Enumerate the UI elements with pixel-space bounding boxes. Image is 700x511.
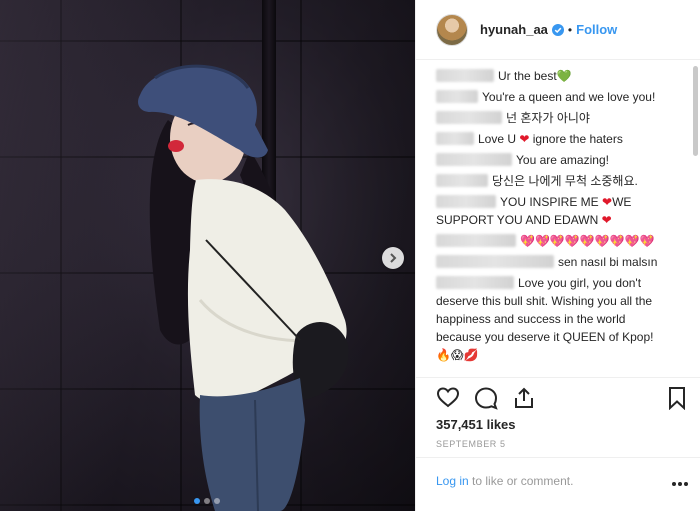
redacted-username[interactable] — [436, 111, 502, 124]
comment-item: 💖💖💖💖💖💖💖💖💖 — [436, 232, 671, 250]
comment-text: You're a queen and we love you! — [482, 90, 656, 104]
comment-footer: Log in to like or comment. — [416, 457, 700, 511]
comment-item: You're a queen and we love you! — [436, 88, 671, 106]
person-illustration — [138, 64, 349, 511]
comment-text: Ur the best — [498, 69, 557, 83]
login-link[interactable]: Log in — [436, 474, 469, 488]
follow-button[interactable]: Follow — [576, 22, 617, 37]
comment-bubble-icon[interactable] — [474, 386, 498, 410]
more-options-icon[interactable] — [671, 481, 689, 487]
comment-text: YOU INSPIRE ME — [500, 195, 603, 209]
comment-list[interactable]: Ur the best💚 You're a queen and we love y… — [416, 61, 700, 377]
redacted-username[interactable] — [436, 69, 494, 82]
carousel-dot — [194, 498, 200, 504]
comments-scrollbar[interactable] — [692, 66, 698, 370]
comment-text: sen nasıl bi malsın — [558, 255, 658, 269]
comment-item: Love U ❤ ignore the haters — [436, 130, 671, 148]
comment-item: 넌 혼자가 아니야 — [436, 109, 671, 127]
redacted-username[interactable] — [436, 234, 516, 247]
emoji-icon: ❤ — [602, 195, 613, 209]
redacted-username[interactable] — [436, 174, 488, 187]
action-bar — [416, 377, 700, 419]
avatar[interactable] — [436, 13, 468, 46]
comment-item: Ur the best💚 — [436, 67, 671, 85]
redacted-username[interactable] — [436, 132, 474, 145]
redacted-username[interactable] — [436, 90, 478, 103]
comment-item: 당신은 나에게 무척 소중해요. — [436, 172, 671, 190]
carousel-next-button[interactable] — [382, 247, 404, 269]
comment-text: ignore the haters — [529, 132, 623, 146]
comment-text: Love U — [478, 132, 520, 146]
post-photo[interactable] — [0, 0, 415, 511]
like-count[interactable]: 357,451 likes — [436, 417, 516, 432]
comment-text: You are amazing! — [516, 153, 609, 167]
post-side-panel: hyunah_aa • Follow Ur the best💚 You're a … — [415, 0, 700, 511]
login-prompt: Log in to like or comment. — [436, 474, 573, 488]
redacted-username[interactable] — [436, 195, 496, 208]
emoji-icon: 🔥😱💋 — [436, 348, 479, 362]
post-date[interactable]: SEPTEMBER 5 — [436, 439, 506, 449]
emoji-icon: ❤ — [601, 213, 612, 227]
comment-item: YOU INSPIRE ME ❤WE SUPPORT YOU AND EDAWN… — [436, 193, 671, 229]
emoji-icon: 💖💖💖💖💖💖💖💖💖 — [520, 234, 655, 248]
comment-item: sen nasıl bi malsın — [436, 253, 671, 271]
heart-outline-icon[interactable] — [436, 386, 460, 410]
comment-text: 넌 혼자가 아니야 — [506, 111, 590, 125]
comment-item: You are amazing! — [436, 151, 671, 169]
redacted-username[interactable] — [436, 276, 514, 289]
post-header: hyunah_aa • Follow — [416, 0, 700, 60]
bookmark-icon[interactable] — [665, 386, 689, 410]
verified-badge-icon — [551, 23, 564, 36]
redacted-username[interactable] — [436, 153, 512, 166]
scrollbar-thumb[interactable] — [693, 66, 698, 156]
emoji-icon: 💚 — [556, 69, 572, 83]
header-separator: • — [567, 22, 573, 37]
chevron-right-icon — [390, 253, 397, 263]
username-link[interactable]: hyunah_aa — [480, 22, 548, 37]
emoji-icon: ❤ — [519, 132, 530, 146]
carousel-dots — [194, 498, 220, 504]
share-upload-icon[interactable] — [512, 386, 536, 410]
comment-item: Love you girl, you don't deserve this bu… — [436, 274, 671, 364]
comment-text: 당신은 나에게 무척 소중해요. — [492, 174, 638, 188]
carousel-dot — [204, 498, 210, 504]
login-prompt-text: to like or comment. — [468, 474, 574, 488]
carousel-dot — [214, 498, 220, 504]
redacted-username[interactable] — [436, 255, 554, 268]
